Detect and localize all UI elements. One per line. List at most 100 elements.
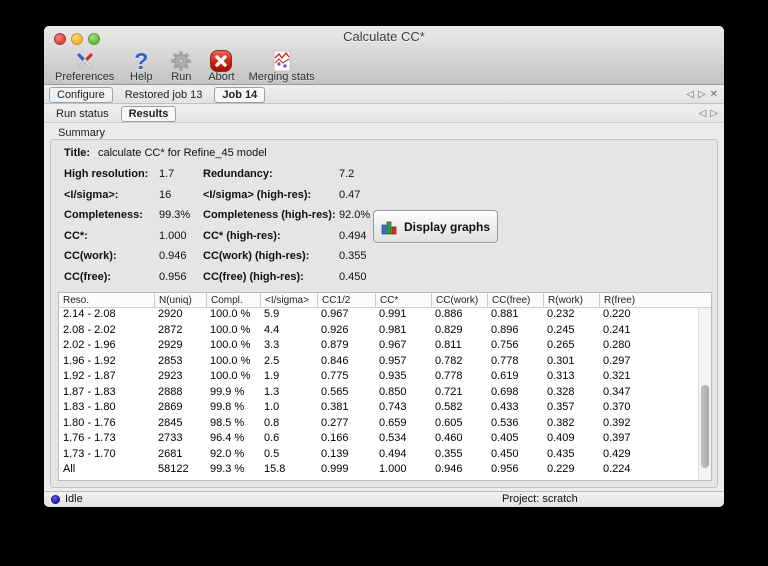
- abort-button[interactable]: Abort: [201, 48, 241, 83]
- table-row[interactable]: 2.14 - 2.08 2920 100.0 % 5.9 0.967 0.991…: [59, 308, 698, 324]
- cell-reso: 1.96 - 1.92: [63, 354, 116, 367]
- table-row[interactable]: 2.08 - 2.02 2872 100.0 % 4.4 0.926 0.981…: [59, 324, 698, 340]
- column-header[interactable]: N(uniq): [154, 293, 206, 307]
- display-graphs-button[interactable]: Display graphs: [373, 210, 498, 243]
- cell-ccwork: 0.460: [435, 432, 463, 444]
- field-label: <I/sigma>:: [64, 188, 119, 201]
- column-header[interactable]: Reso.: [59, 293, 154, 307]
- toolbar-item-label: Merging stats: [248, 71, 315, 83]
- app-window: Calculate CC* Preferences ? Help Run Abo…: [44, 26, 724, 507]
- cell-rfree: 0.347: [603, 385, 631, 398]
- help-question-icon: ?: [134, 47, 149, 74]
- tab-results[interactable]: Results: [120, 105, 177, 122]
- cell-nuniq: 2845: [158, 416, 183, 429]
- cell-rfree: 0.392: [603, 416, 631, 429]
- table-row[interactable]: 1.96 - 1.92 2853 100.0 % 2.5 0.846 0.957…: [59, 355, 698, 371]
- cell-ccstar: 0.967: [379, 339, 407, 351]
- field-value: 0.946: [159, 250, 187, 262]
- toolbar-item-label: Help: [130, 71, 153, 83]
- cell-compl: 99.3 %: [210, 463, 245, 475]
- subtab-nav-controls: ◁ ▷: [699, 108, 718, 119]
- table-row[interactable]: 1.87 - 1.83 2888 99.9 % 1.3 0.565 0.850 …: [59, 386, 698, 402]
- run-button[interactable]: Run: [161, 48, 201, 83]
- table-row[interactable]: 1.76 - 1.73 2733 96.4 % 0.6 0.166 0.534 …: [59, 432, 698, 448]
- cell-cchalf: 0.166: [321, 432, 349, 444]
- column-header[interactable]: CC1/2: [317, 293, 375, 307]
- cell-rwork: 0.382: [547, 416, 575, 429]
- cell-compl: 99.9 %: [210, 385, 245, 398]
- cell-ccfree: 0.881: [491, 308, 519, 320]
- field-label: CC(free):: [64, 270, 112, 283]
- table-row[interactable]: All 58122 99.3 % 15.8 0.999 1.000 0.946 …: [59, 463, 698, 479]
- help-button[interactable]: ? Help: [121, 48, 161, 83]
- field-label-highres: CC(free) (high-res):: [203, 270, 304, 283]
- cell-ccwork: 0.829: [435, 323, 463, 336]
- tab-scroll-right-icon[interactable]: ▷: [698, 89, 706, 100]
- column-header[interactable]: Compl.: [206, 293, 260, 307]
- field-value-highres: 7.2: [339, 168, 355, 180]
- tab-run-status[interactable]: Run status: [49, 107, 116, 121]
- tab-restored-job-13[interactable]: Restored job 13: [118, 88, 210, 102]
- cell-isigma: 1.9: [264, 370, 280, 382]
- tab-scroll-left-icon[interactable]: ◁: [686, 89, 694, 100]
- status-text: Idle: [65, 493, 83, 505]
- field-value: 99.3%: [159, 209, 191, 221]
- cell-reso: 1.92 - 1.87: [63, 370, 116, 382]
- column-header[interactable]: <I/sigma>: [260, 293, 317, 307]
- toolbar: Preferences ? Help Run Abort Merging sta…: [48, 48, 322, 85]
- merging-stats-button[interactable]: Merging stats: [242, 48, 322, 83]
- status-indicator-dot: [51, 495, 60, 504]
- table-scrollbar-thumb[interactable]: [701, 385, 709, 468]
- cell-ccwork: 0.886: [435, 308, 463, 320]
- tab-close-icon[interactable]: ✕: [710, 89, 718, 100]
- table-body: 2.14 - 2.08 2920 100.0 % 5.9 0.967 0.991…: [59, 308, 698, 480]
- cell-nuniq: 2872: [158, 323, 183, 336]
- column-header[interactable]: CC(free): [487, 293, 543, 307]
- cell-ccstar: 0.743: [379, 401, 407, 413]
- cell-nuniq: 2869: [158, 401, 183, 413]
- cell-ccfree: 0.450: [491, 447, 519, 460]
- subtab-scroll-left-icon[interactable]: ◁: [699, 108, 707, 119]
- column-header[interactable]: R(work): [543, 293, 599, 307]
- cell-compl: 100.0 %: [210, 323, 251, 336]
- cell-ccstar: 0.534: [379, 432, 407, 444]
- field-value-highres: 92.0%: [339, 209, 371, 221]
- tab-nav-controls: ◁ ▷ ✕: [686, 89, 718, 100]
- results-panel: Summary Title: calculate CC* for Refine_…: [44, 124, 724, 491]
- cell-isigma: 2.5: [264, 354, 280, 367]
- table-row[interactable]: 1.92 - 1.87 2923 100.0 % 1.9 0.775 0.935…: [59, 370, 698, 386]
- field-value: 0.956: [159, 270, 187, 283]
- cell-rwork: 0.265: [547, 339, 575, 351]
- cell-rwork: 0.301: [547, 354, 575, 367]
- title-bar[interactable]: Calculate CC*: [44, 26, 724, 48]
- cell-rfree: 0.224: [603, 463, 631, 475]
- column-header[interactable]: CC(work): [431, 293, 487, 307]
- preferences-tools-icon: [72, 48, 98, 73]
- table-scrollbar[interactable]: [698, 308, 711, 480]
- cell-ccfree: 0.896: [491, 323, 519, 336]
- preferences-button[interactable]: Preferences: [48, 48, 121, 83]
- summary-group-label: Summary: [58, 127, 106, 139]
- project-label: Project: scratch: [502, 493, 578, 505]
- table-row[interactable]: 1.83 - 1.80 2869 99.8 % 1.0 0.381 0.743 …: [59, 401, 698, 417]
- abort-stop-icon: [208, 48, 234, 73]
- title-label: Title:: [64, 147, 91, 159]
- table-row[interactable]: 1.80 - 1.76 2845 98.5 % 0.8 0.277 0.659 …: [59, 417, 698, 433]
- tab-job-14[interactable]: Job 14: [214, 86, 266, 103]
- column-header[interactable]: R(free): [599, 293, 711, 307]
- subtab-scroll-right-icon[interactable]: ▷: [710, 108, 718, 119]
- cell-nuniq: 2733: [158, 432, 183, 444]
- summary-field-row: CC(free): 0.956 CC(free) (high-res): 0.4…: [51, 271, 711, 292]
- column-header[interactable]: CC*: [375, 293, 431, 307]
- cell-ccwork: 0.778: [435, 370, 463, 382]
- cell-rwork: 0.232: [547, 308, 575, 320]
- table-row[interactable]: 1.73 - 1.70 2681 92.0 % 0.5 0.139 0.494 …: [59, 448, 698, 464]
- cell-rfree: 0.297: [603, 354, 631, 367]
- field-label: High resolution:: [64, 168, 149, 180]
- tab-configure[interactable]: Configure: [49, 86, 113, 103]
- run-gear-icon: [168, 48, 194, 73]
- cell-reso: 1.80 - 1.76: [63, 416, 116, 429]
- result-tab-bar: Run status Results ◁ ▷: [44, 105, 724, 123]
- table-row[interactable]: 2.02 - 1.96 2929 100.0 % 3.3 0.879 0.967…: [59, 339, 698, 355]
- cell-isigma: 1.3: [264, 385, 280, 398]
